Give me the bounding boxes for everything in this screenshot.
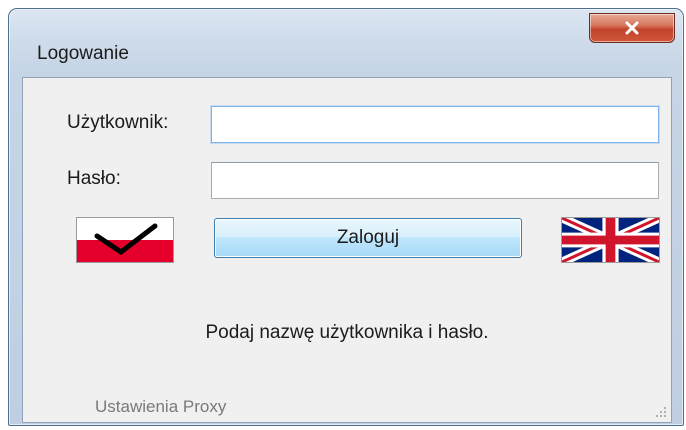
language-polish-button[interactable] <box>76 217 174 263</box>
password-label: Hasło: <box>67 168 121 189</box>
username-input[interactable] <box>211 106 659 143</box>
password-input[interactable] <box>211 162 659 199</box>
status-message: Podaj nazwę użytkownika i hasło. <box>205 322 489 343</box>
polish-flag-icon <box>77 218 173 262</box>
login-dialog: Logowanie Użytkownik: Hasło: Zaloguj Pod… <box>8 8 684 426</box>
proxy-settings-link[interactable]: Ustawienia Proxy <box>95 397 226 417</box>
uk-flag-icon <box>562 218 659 262</box>
close-icon <box>624 21 640 35</box>
title-bar[interactable]: Logowanie <box>9 9 683 75</box>
close-button[interactable] <box>589 13 675 43</box>
login-button[interactable]: Zaloguj <box>214 218 522 258</box>
username-label: Użytkownik: <box>67 112 169 133</box>
language-english-button[interactable] <box>561 217 660 263</box>
dialog-content: Użytkownik: Hasło: Zaloguj Podaj nazwę u… <box>22 77 672 423</box>
resize-grip-icon[interactable] <box>655 406 667 418</box>
window-title: Logowanie <box>37 43 129 64</box>
